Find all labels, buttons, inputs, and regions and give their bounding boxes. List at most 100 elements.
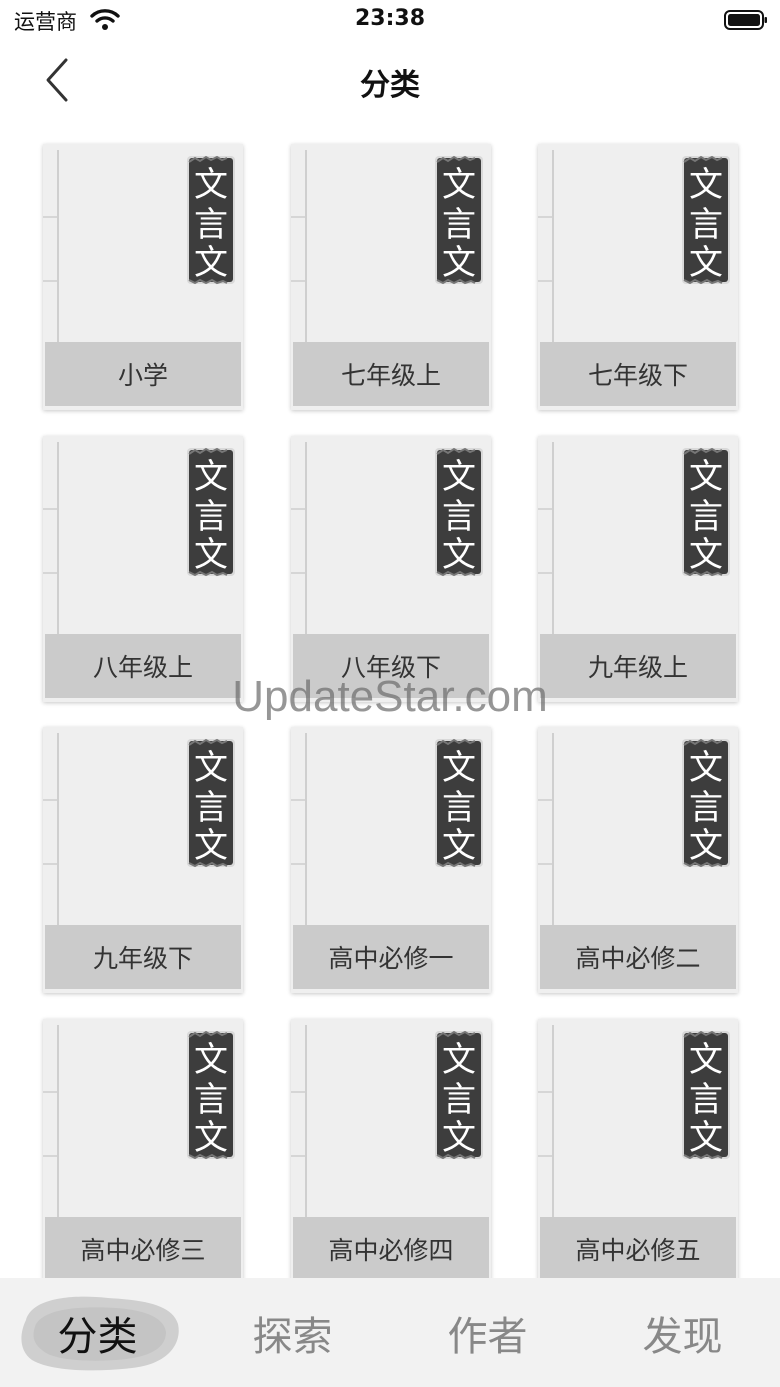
- book-spine: [305, 442, 307, 636]
- seal-char: 言: [689, 497, 723, 537]
- status-time: 23:38: [354, 6, 426, 31]
- seal-char: 文: [194, 1040, 228, 1080]
- seal-char: 言: [689, 788, 723, 828]
- seal-stamp-icon: 文言文: [682, 738, 730, 868]
- category-card[interactable]: 文言文高中必修一: [291, 727, 491, 993]
- category-card[interactable]: 文言文高中必修三: [43, 1019, 243, 1278]
- seal-stamp-icon: 文言文: [187, 155, 235, 285]
- binding-mark: [291, 216, 305, 218]
- book-spine: [57, 1025, 59, 1219]
- binding-mark: [291, 508, 305, 510]
- binding-mark: [43, 799, 57, 801]
- seal-char: 文: [194, 243, 228, 283]
- tab-authors[interactable]: 作者: [390, 1278, 585, 1387]
- seal-char: 文: [194, 165, 228, 205]
- seal-char: 文: [442, 457, 476, 497]
- seal-stamp-icon: 文言文: [187, 1030, 235, 1160]
- watermark: UpdateStar.com: [232, 672, 548, 721]
- seal-char: 文: [689, 826, 723, 866]
- tab-explore[interactable]: 探索: [195, 1278, 390, 1387]
- binding-mark: [43, 508, 57, 510]
- seal-char: 文: [194, 826, 228, 866]
- category-label: 高中必修一: [293, 925, 489, 989]
- seal-stamp-icon: 文言文: [187, 738, 235, 868]
- binding-mark: [538, 863, 552, 865]
- tab-discover[interactable]: 发现: [585, 1278, 780, 1387]
- tab-label: 发现: [642, 1313, 723, 1360]
- category-card[interactable]: 文言文九年级上: [538, 436, 738, 702]
- category-card[interactable]: 文言文高中必修五: [538, 1019, 738, 1278]
- category-card[interactable]: 文言文七年级下: [538, 144, 738, 410]
- seal-char: 文: [442, 243, 476, 283]
- category-label: 高中必修五: [540, 1217, 736, 1278]
- tab-label: 分类: [57, 1313, 138, 1360]
- category-label: 七年级上: [293, 342, 489, 406]
- category-card[interactable]: 文言文高中必修二: [538, 727, 738, 993]
- binding-mark: [538, 799, 552, 801]
- binding-mark: [538, 508, 552, 510]
- seal-char: 言: [194, 1080, 228, 1120]
- seal-char: 文: [689, 457, 723, 497]
- binding-mark: [43, 572, 57, 574]
- binding-mark: [291, 572, 305, 574]
- seal-char: 言: [689, 205, 723, 245]
- binding-mark: [538, 280, 552, 282]
- seal-stamp-icon: 文言文: [187, 447, 235, 577]
- binding-mark: [291, 1155, 305, 1157]
- category-label: 九年级下: [45, 925, 241, 989]
- seal-stamp-icon: 文言文: [435, 1030, 483, 1160]
- page-title: 分类: [360, 68, 420, 103]
- book-spine: [305, 1025, 307, 1219]
- category-label: 小学: [45, 342, 241, 406]
- binding-mark: [538, 1091, 552, 1093]
- category-card[interactable]: 文言文九年级下: [43, 727, 243, 993]
- seal-char: 文: [194, 748, 228, 788]
- binding-mark: [43, 280, 57, 282]
- category-card[interactable]: 文言文高中必修四: [291, 1019, 491, 1278]
- binding-mark: [43, 863, 57, 865]
- category-card[interactable]: 文言文八年级上: [43, 436, 243, 702]
- seal-char: 文: [442, 748, 476, 788]
- seal-char: 言: [194, 788, 228, 828]
- book-spine: [552, 150, 554, 344]
- category-card[interactable]: 文言文七年级上: [291, 144, 491, 410]
- seal-char: 言: [194, 497, 228, 537]
- binding-mark: [291, 863, 305, 865]
- seal-char: 言: [442, 788, 476, 828]
- seal-char: 言: [442, 1080, 476, 1120]
- seal-char: 文: [689, 1118, 723, 1158]
- category-card[interactable]: 文言文八年级下: [291, 436, 491, 702]
- battery-icon: [724, 10, 767, 30]
- seal-char: 文: [442, 535, 476, 575]
- seal-stamp-icon: 文言文: [435, 155, 483, 285]
- binding-mark: [291, 280, 305, 282]
- seal-char: 文: [689, 535, 723, 575]
- book-spine: [57, 733, 59, 927]
- seal-char: 文: [442, 1118, 476, 1158]
- tab-category[interactable]: 分类: [0, 1278, 195, 1387]
- seal-char: 言: [442, 205, 476, 245]
- binding-mark: [291, 1091, 305, 1093]
- seal-char: 文: [194, 1118, 228, 1158]
- book-spine: [57, 442, 59, 636]
- category-label: 高中必修四: [293, 1217, 489, 1278]
- book-spine: [57, 150, 59, 344]
- binding-mark: [538, 216, 552, 218]
- seal-char: 文: [442, 826, 476, 866]
- book-spine: [552, 442, 554, 636]
- category-label: 高中必修二: [540, 925, 736, 989]
- binding-mark: [43, 1091, 57, 1093]
- seal-stamp-icon: 文言文: [682, 155, 730, 285]
- category-card[interactable]: 文言文小学: [43, 144, 243, 410]
- binding-mark: [43, 1155, 57, 1157]
- seal-char: 文: [442, 1040, 476, 1080]
- book-spine: [552, 733, 554, 927]
- nav-bar: 分类: [0, 40, 780, 120]
- binding-mark: [291, 799, 305, 801]
- seal-char: 文: [689, 165, 723, 205]
- tab-bar: 分类 探索 作者 发现: [0, 1278, 780, 1387]
- status-bar: 运营商 23:38: [0, 0, 780, 40]
- seal-char: 文: [194, 535, 228, 575]
- tab-label: 作者: [447, 1313, 528, 1360]
- seal-stamp-icon: 文言文: [435, 447, 483, 577]
